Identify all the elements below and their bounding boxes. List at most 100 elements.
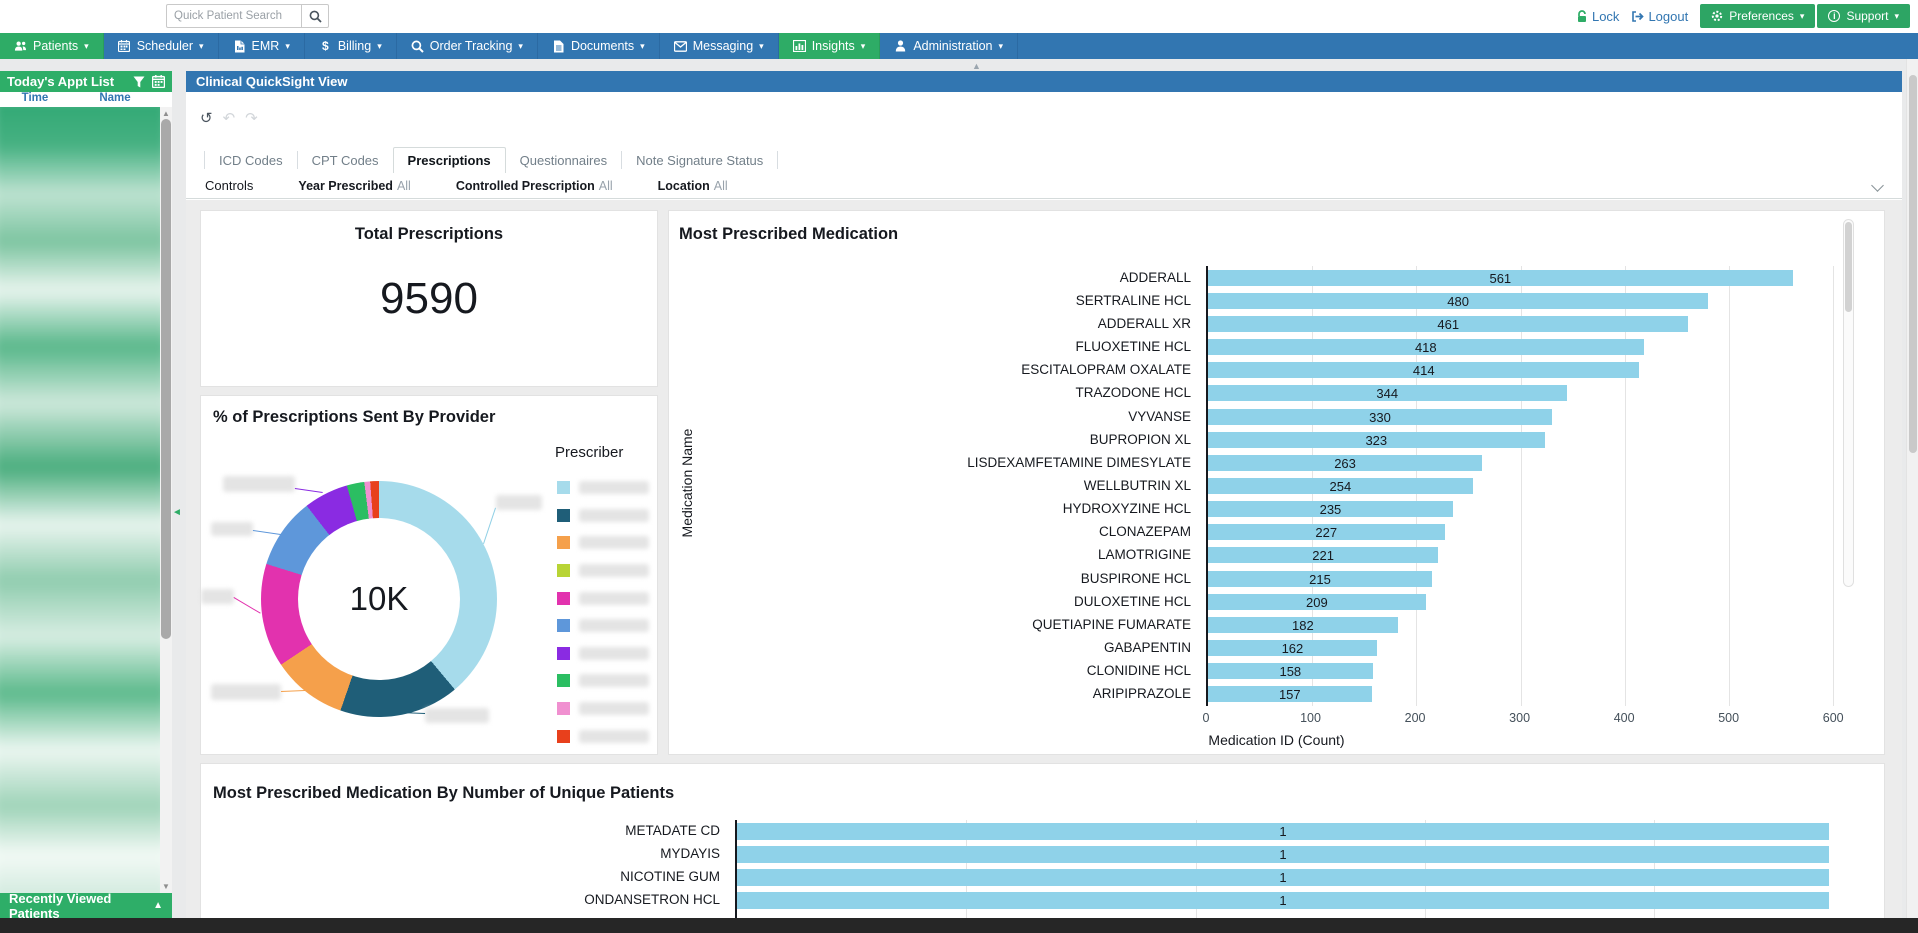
nav-insights[interactable]: Insights▾ xyxy=(779,33,881,59)
unique-patients-title: Most Prescribed Medication By Number of … xyxy=(213,784,674,803)
callout-connector xyxy=(483,508,496,544)
bar-nicotine-gum[interactable]: 1 xyxy=(737,869,1829,886)
logout-icon xyxy=(1631,10,1644,23)
legend-entry[interactable] xyxy=(557,529,649,557)
bar-value: 227 xyxy=(1208,525,1445,540)
bar-buspirone-hcl[interactable]: 215 xyxy=(1208,571,1432,587)
bar-quetiapine-fumarate[interactable]: 182 xyxy=(1208,617,1398,633)
legend-swatch-icon xyxy=(557,647,570,660)
nav-messaging[interactable]: Messaging▾ xyxy=(660,33,779,59)
legend-entry[interactable] xyxy=(557,722,649,750)
nav-order-tracking[interactable]: Order Tracking▾ xyxy=(397,33,538,59)
tab-note-signature-status[interactable]: Note Signature Status xyxy=(622,147,777,173)
preferences-button[interactable]: Preferences ▾ xyxy=(1700,4,1815,28)
bar-vyvanse[interactable]: 330 xyxy=(1208,409,1552,425)
tab-cpt-codes[interactable]: CPT Codes xyxy=(298,147,393,173)
recently-viewed-patients-bar[interactable]: Recently Viewed Patients ▲ xyxy=(0,893,172,918)
chart-scrollbar-thumb[interactable] xyxy=(1845,222,1852,312)
undo-icon[interactable]: ↶ xyxy=(223,109,236,127)
bar-bupropion-xl[interactable]: 323 xyxy=(1208,432,1545,448)
bar-escitalopram-oxalate[interactable]: 414 xyxy=(1208,362,1639,378)
bar-mydayis[interactable]: 1 xyxy=(737,846,1829,863)
appt-list-column-headers: Time Name xyxy=(0,92,160,107)
redo-icon[interactable]: ↷ xyxy=(245,109,258,127)
bar-adderall-xr[interactable]: 461 xyxy=(1208,316,1688,332)
caret-down-icon: ▾ xyxy=(1894,12,1899,21)
x-axis-label: Medication ID (Count) xyxy=(669,732,1884,748)
calendar-icon[interactable] xyxy=(152,75,165,88)
med-axis-labels: ADDERALLSERTRALINE HCLADDERALL XRFLUOXET… xyxy=(669,266,1199,706)
x-tick-label: 600 xyxy=(1823,711,1844,725)
reset-icon[interactable]: ↺ xyxy=(200,109,213,127)
search-input[interactable] xyxy=(166,4,302,28)
medication-label: HYDROXYZINE HCL xyxy=(1063,501,1191,516)
filter-year-prescribed[interactable]: Year PrescribedAll xyxy=(298,179,410,193)
filter-location[interactable]: LocationAll xyxy=(658,179,728,193)
window-scrollbar-thumb[interactable] xyxy=(1909,75,1917,453)
sidebar-collapse-icon[interactable]: ◄ xyxy=(172,507,182,518)
appt-list-scrollbar[interactable]: ▲ ▼ xyxy=(160,107,172,893)
medication-label: LISDEXAMFETAMINE DIMESYLATE xyxy=(967,455,1191,470)
bar-fluoxetine-hcl[interactable]: 418 xyxy=(1208,339,1644,355)
legend-entry[interactable] xyxy=(557,474,649,502)
support-button[interactable]: i Support ▾ xyxy=(1817,4,1910,28)
medication-label: QUETIAPINE FUMARATE xyxy=(1032,617,1191,632)
legend-entry[interactable] xyxy=(557,612,649,640)
tab-questionnaires[interactable]: Questionnaires xyxy=(506,147,621,173)
tab-prescriptions[interactable]: Prescriptions xyxy=(393,147,506,173)
appointments-sidebar: Today's Appt List Time Name ▲ ▼ Recently… xyxy=(0,71,172,918)
gridline xyxy=(1625,266,1626,706)
chart-scrollbar[interactable] xyxy=(1843,219,1854,587)
filter-icon[interactable] xyxy=(133,76,145,88)
legend-entry[interactable] xyxy=(557,695,649,723)
legend-entry[interactable] xyxy=(557,640,649,668)
scroll-down-icon[interactable]: ▼ xyxy=(160,882,172,891)
person-icon xyxy=(894,40,907,53)
bar-metadate-cd[interactable]: 1 xyxy=(737,823,1829,840)
bar-value: 1 xyxy=(737,893,1829,908)
legend-entry[interactable] xyxy=(557,502,649,530)
nav-emr[interactable]: EMR▾ xyxy=(219,33,305,59)
bar-wellbutrin-xl[interactable]: 254 xyxy=(1208,478,1473,494)
bar-lisdexamfetamine-dimesylate[interactable]: 263 xyxy=(1208,455,1482,471)
bar-ondansetron-hcl[interactable]: 1 xyxy=(737,892,1829,909)
legend-entry[interactable] xyxy=(557,584,649,612)
logout-link[interactable]: Logout xyxy=(1631,9,1688,24)
donut-chart[interactable]: 10K xyxy=(261,481,497,717)
lock-link[interactable]: Lock xyxy=(1576,9,1619,24)
medication-label: FLUOXETINE HCL xyxy=(1075,339,1191,354)
column-time[interactable]: Time xyxy=(0,92,70,107)
callout-connector xyxy=(295,488,323,493)
window-scrollbar[interactable] xyxy=(1906,59,1918,933)
nav-documents[interactable]: Documents▾ xyxy=(538,33,660,59)
scroll-up-icon[interactable]: ▲ xyxy=(160,109,172,118)
legend-swatch-icon xyxy=(557,674,570,687)
nav-billing[interactable]: $ Billing▾ xyxy=(305,33,397,59)
nav-administration[interactable]: Administration▾ xyxy=(880,33,1018,59)
nav-patients[interactable]: Patients▾ xyxy=(0,33,104,59)
legend-entry[interactable] xyxy=(557,667,649,695)
bar-sertraline-hcl[interactable]: 480 xyxy=(1208,293,1708,309)
filter-controlled-prescription[interactable]: Controlled PrescriptionAll xyxy=(456,179,613,193)
medication-label: GABAPENTIN xyxy=(1104,640,1191,655)
bar-clonazepam[interactable]: 227 xyxy=(1208,524,1445,540)
column-name[interactable]: Name xyxy=(70,92,160,107)
bar-gabapentin[interactable]: 162 xyxy=(1208,640,1377,656)
medication-label: ADDERALL XR xyxy=(1098,316,1191,331)
bar-trazodone-hcl[interactable]: 344 xyxy=(1208,385,1567,401)
search-button[interactable] xyxy=(302,4,329,28)
bar-hydroxyzine-hcl[interactable]: 235 xyxy=(1208,501,1453,517)
gridline xyxy=(1833,266,1834,706)
nav-scheduler[interactable]: Scheduler▾ xyxy=(104,33,219,59)
bar-adderall[interactable]: 561 xyxy=(1208,270,1793,286)
bar-aripiprazole[interactable]: 157 xyxy=(1208,686,1372,702)
appt-list-blurred-content[interactable] xyxy=(0,107,160,893)
bar-clonidine-hcl[interactable]: 158 xyxy=(1208,663,1373,679)
legend-entry[interactable] xyxy=(557,557,649,585)
tab-icd-codes[interactable]: ICD Codes xyxy=(205,147,297,173)
scrollbar-thumb[interactable] xyxy=(161,119,171,639)
panel-collapse-up-icon[interactable]: ▲ xyxy=(972,61,981,71)
controls-expand-chevron-icon[interactable] xyxy=(1871,179,1884,192)
bar-lamotrigine[interactable]: 221 xyxy=(1208,547,1438,563)
bar-duloxetine-hcl[interactable]: 209 xyxy=(1208,594,1426,610)
